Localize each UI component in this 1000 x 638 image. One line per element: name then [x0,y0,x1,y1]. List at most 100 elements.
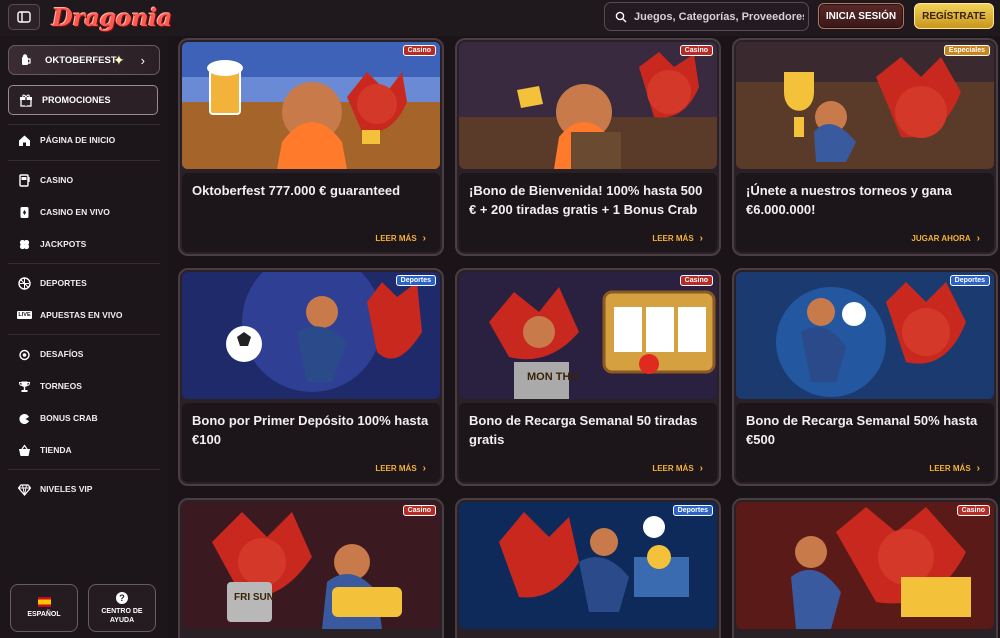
sidebar-toggle-button[interactable] [8,4,40,30]
sidebar-item-sports[interactable]: DEPORTES [18,273,158,293]
promo-card[interactable]: Especiales ¡Únete a nuestros torneos y g… [732,38,998,256]
chevron-right-icon: › [422,463,426,474]
promo-card[interactable]: Deportes Bono de Recarga Semanal 50% has… [732,268,998,486]
sidebar-item-live-betting[interactable]: LIVE APUESTAS EN VIVO [17,305,158,325]
sidebar-item-shop[interactable]: TIENDA [18,440,158,460]
trophy-icon [18,380,31,393]
search-input[interactable] [634,10,804,23]
sidebar-item-vip-levels[interactable]: NIVELES VIP [18,479,158,499]
sidebar: OKTOBERFEST ✦ › PROMOCIONES PÁGINA DE IN… [0,36,168,638]
read-more-link[interactable]: LEER MÁS › [929,463,980,474]
beer-icon [22,54,31,65]
promo-card[interactable]: FRI SUN Casino [178,498,444,638]
promo-card-image: Casino [736,502,994,629]
read-more-label: LEER MÁS [652,464,694,473]
chevron-right-icon: › [140,53,145,68]
read-more-link[interactable]: LEER MÁS › [375,233,426,244]
help-center-button[interactable]: ? CENTRO DE AYUDA [88,584,156,632]
read-more-link[interactable]: LEER MÁS › [652,233,703,244]
promo-title: ¡Únete a nuestros torneos y gana €6.000.… [746,183,952,217]
promo-title: Oktoberfest 777.000 € guaranteed [192,183,401,198]
sidebar-item-home[interactable]: PÁGINA DE INICIO [18,130,158,150]
category-badge: Casino [956,505,990,516]
promo-card-image: MON THU Casino [459,272,717,399]
sidebar-item-bonus-crab[interactable]: BONUS CRAB [18,408,158,428]
chevron-right-icon: › [422,233,426,244]
sidebar-item-tournaments[interactable]: TORNEOS [18,376,158,396]
search-box[interactable] [604,2,809,31]
dragonia-logo[interactable]: Dragonia [52,3,182,32]
divider [8,160,160,161]
sidebar-item-jackpots[interactable]: JACKPOTS [18,234,158,254]
login-button[interactable]: INICIA SESIÓN [818,3,904,29]
promo-card-image: Deportes [182,272,440,399]
promo-card[interactable]: Deportes [455,498,721,638]
slot-machine-icon [18,173,31,187]
promo-title: Bono por Primer Depósito 100% hasta €100 [192,413,429,447]
chevron-right-icon: › [976,233,980,244]
category-badge: Casino [679,45,713,56]
live-icon: LIVE [17,309,32,322]
mon-thu-text: MON THU [527,371,578,383]
promo-card[interactable]: Casino Oktoberfest 777.000 € guaranteed … [178,38,444,256]
sidebar-item-label: APUESTAS EN VIVO [40,310,123,320]
register-button[interactable]: REGÍSTRATE [914,3,994,29]
promo-card-body: Bono de Recarga Semanal 50 tiradas grati… [459,403,717,482]
oktoberfest-label: OKTOBERFEST [45,54,117,66]
promo-title: Bono de Recarga Semanal 50 tiradas grati… [469,413,698,447]
sidebar-item-label: CASINO EN VIVO [40,207,110,217]
read-more-label: LEER MÁS [652,234,694,243]
promo-card[interactable]: MON THU Casino Bono de Recarga Semanal 5… [455,268,721,486]
promo-card-image: Deportes [459,502,717,629]
read-more-label: LEER MÁS [929,464,971,473]
read-more-label: LEER MÁS [375,464,417,473]
promo-title: Bono de Recarga Semanal 50% hasta €500 [746,413,978,447]
chevron-right-icon: › [699,233,703,244]
sidebar-item-label: CASINO [40,175,74,185]
gift-icon [20,94,32,107]
language-button[interactable]: ESPAÑOL [10,584,78,632]
promo-card-body: Bono por Primer Depósito 100% hasta €100… [182,403,440,482]
read-more-label: LEER MÁS [375,234,417,243]
promotions-label: PROMOCIONES [42,95,111,105]
promo-card-image: FRI SUN Casino [182,502,440,629]
live-casino-icon [18,206,31,219]
sidebar-item-label: DESAFÍOS [40,349,84,359]
top-bar: Dragonia INICIA SESIÓN REGÍSTRATE [0,0,1000,36]
crab-icon [18,412,31,425]
promo-card[interactable]: Casino [732,498,998,638]
sidebar-toggle-icon [17,11,31,23]
sidebar-item-casino[interactable]: CASINO [18,170,158,190]
promo-card-image: Especiales [736,42,994,169]
category-badge: Deportes [395,275,436,286]
language-label: ESPAÑOL [27,611,61,618]
sidebar-item-label: BONUS CRAB [40,413,98,423]
sidebar-item-live-casino[interactable]: CASINO EN VIVO [18,202,158,222]
chevron-right-icon: › [699,463,703,474]
divider [8,263,160,264]
promo-card-image: Deportes [736,272,994,399]
ball-icon [18,276,31,290]
help-icon: ? [116,591,128,604]
sidebar-item-label: PÁGINA DE INICIO [40,135,116,145]
promo-card-body: Bono de Recarga Semanal 50% hasta €500 L… [736,403,994,482]
promo-card-image: Casino [459,42,717,169]
fri-sun-text: FRI SUN [234,592,274,603]
promo-card[interactable]: Deportes Bono por Primer Depósito 100% h… [178,268,444,486]
sidebar-item-label: DEPORTES [40,278,87,288]
sidebar-item-label: TORNEOS [40,381,82,391]
play-now-link[interactable]: JUGAR AHORA › [911,233,980,244]
sidebar-item-challenges[interactable]: DESAFÍOS [18,344,158,364]
read-more-link[interactable]: LEER MÁS › [375,463,426,474]
category-badge: Especiales [943,45,990,56]
promotions-button[interactable]: PROMOCIONES [8,85,158,115]
sidebar-item-label: JACKPOTS [40,239,87,249]
oktoberfest-promo-button[interactable]: OKTOBERFEST ✦ › [8,45,160,75]
sparkle-icon: ✦ [113,52,125,68]
read-more-link[interactable]: LEER MÁS › [652,463,703,474]
category-badge: Deportes [672,505,713,516]
promo-card[interactable]: Casino ¡Bono de Bienvenida! 100% hasta 5… [455,38,721,256]
promo-card-body: ¡Bono de Bienvenida! 100% hasta 500 € + … [459,173,717,252]
category-badge: Casino [679,275,713,286]
promo-title: ¡Bono de Bienvenida! 100% hasta 500 € + … [469,183,703,217]
